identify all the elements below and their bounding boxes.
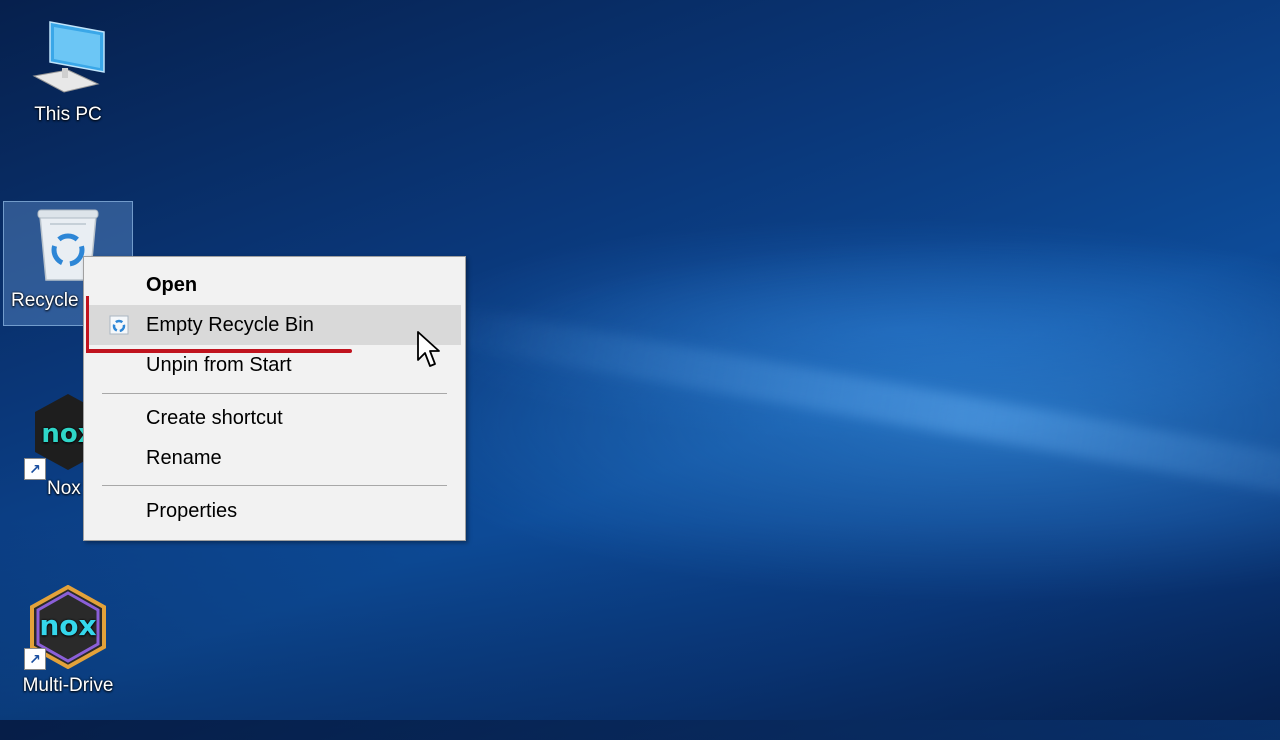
desktop-icon-multi-drive[interactable]: nox Multi-Drive (3, 585, 133, 697)
wallpaper-light-beam (416, 300, 1280, 531)
menu-item-label: Rename (146, 446, 222, 469)
menu-item-create-shortcut[interactable]: Create shortcut (88, 398, 461, 438)
menu-item-empty-recycle-bin[interactable]: Empty Recycle Bin (88, 305, 461, 345)
menu-item-open[interactable]: Open (88, 265, 461, 305)
menu-item-rename[interactable]: Rename (88, 438, 461, 478)
desktop-icon-label: This PC (34, 104, 102, 125)
menu-separator (102, 485, 447, 486)
svg-text:nox: nox (39, 609, 96, 642)
desktop-icon-label: Multi-Drive (22, 675, 114, 696)
context-menu: Open Empty Recycle Bin Unpin from Start … (83, 256, 466, 541)
annotation-underline (86, 349, 352, 353)
shortcut-arrow-icon: ↗ (24, 458, 46, 480)
menu-separator (102, 393, 447, 394)
shortcut-arrow-icon: ↗ (24, 648, 46, 670)
wallpaper-shadow (0, 520, 1280, 740)
mouse-cursor-icon (417, 331, 440, 367)
menu-item-properties[interactable]: Properties (88, 491, 461, 531)
menu-item-label: Unpin from Start (146, 353, 292, 376)
computer-icon (32, 21, 105, 93)
recycle-bin-icon (109, 315, 129, 335)
menu-item-label: Create shortcut (146, 406, 283, 429)
menu-item-label: Empty Recycle Bin (146, 313, 314, 336)
desktop-icon-this-pc[interactable]: This PC (3, 18, 133, 126)
menu-item-label: Open (146, 273, 198, 296)
menu-item-label: Properties (146, 499, 238, 522)
annotation-mark (86, 296, 89, 353)
